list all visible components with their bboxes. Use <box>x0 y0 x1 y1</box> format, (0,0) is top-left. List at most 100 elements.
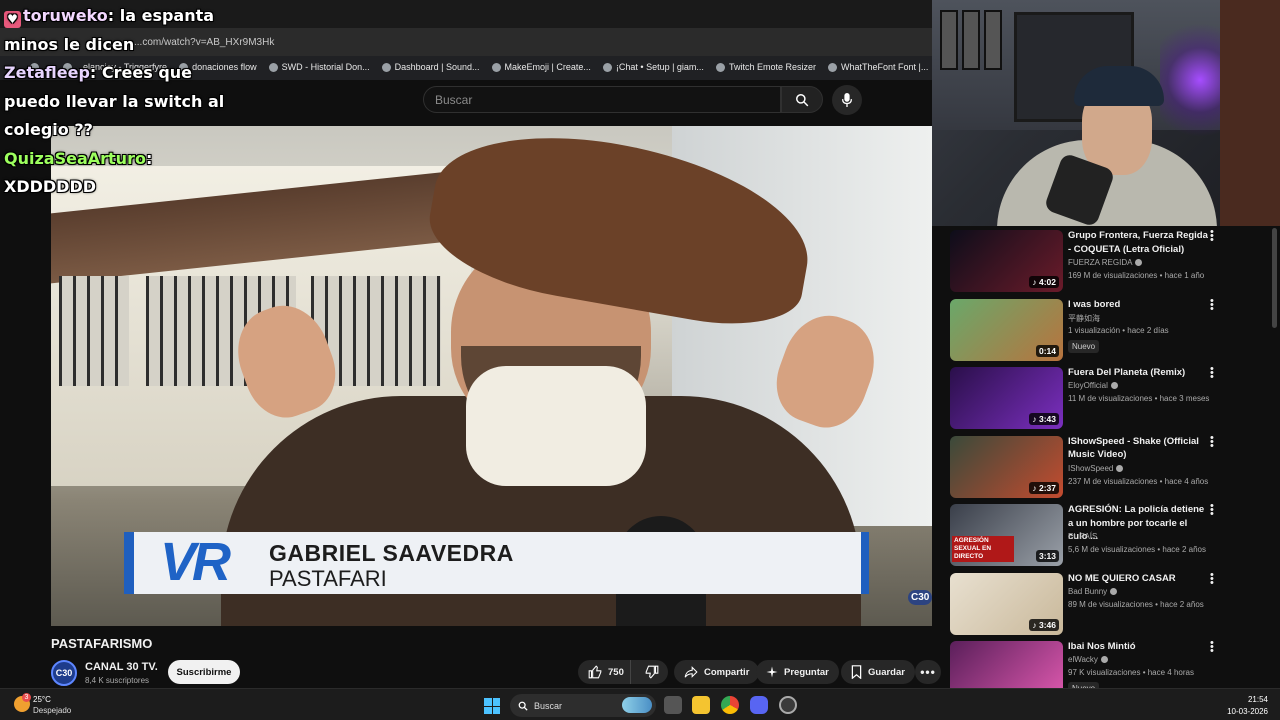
search-button[interactable] <box>781 86 823 113</box>
duration-badge: ♪ 3:43 <box>1029 413 1059 425</box>
app-icon[interactable] <box>779 696 797 714</box>
video-thumbnail[interactable]: ♪ 3:46 <box>950 572 1063 635</box>
recommended-video-title[interactable]: I was bored <box>1068 298 1208 312</box>
sidebar-scrollbar[interactable] <box>1272 228 1277 328</box>
bookmark-label: WhatTheFont Font |... <box>840 62 929 72</box>
music-note-icon: ♪ <box>1032 619 1039 630</box>
chrome-icon[interactable] <box>721 696 739 714</box>
video-thumbnail[interactable] <box>950 641 1063 688</box>
globe-icon <box>268 62 278 72</box>
recommended-video[interactable]: 0:14 I was bored 平静如海 1 visualización • hac… <box>950 295 1270 361</box>
recommended-video-channel[interactable]: 平静如海 <box>1068 313 1100 324</box>
chat-text: XDDDDDD <box>4 177 97 196</box>
recommended-video[interactable]: Ibai Nos Mintió elWacky 97 K visualizacion… <box>950 638 1270 688</box>
recommended-video-channel[interactable]: Bad Bunny <box>1068 587 1118 596</box>
subscriber-count: 8,4 K suscriptores <box>85 676 150 685</box>
recommended-video[interactable]: ♪ 4:02 Grupo Frontera, Fuerza Regida - CO… <box>950 228 1270 292</box>
recommended-video-title[interactable]: NO ME QUIERO CASAR <box>1068 572 1208 586</box>
discord-icon[interactable] <box>750 696 768 714</box>
lower-third-name: GABRIEL SAAVEDRA <box>269 540 514 566</box>
more-horizontal-icon: ••• <box>920 665 936 679</box>
recommended-video-channel[interactable]: FUERZA REGIDA <box>1068 258 1143 267</box>
ask-button[interactable]: Preguntar <box>756 660 839 684</box>
channel-name-text: IShowSpeed <box>1068 463 1114 473</box>
recommended-video[interactable]: ♪ 2:37 IShowSpeed - Shake (Official Music… <box>950 432 1270 498</box>
lower-third-caption: VR GABRIEL SAAVEDRA PASTAFARI <box>124 532 869 594</box>
taskbar-search-input[interactable]: Buscar <box>510 694 656 717</box>
bookmark-item[interactable]: Dashboard | Sound... <box>381 62 480 72</box>
save-button[interactable]: Guardar <box>841 660 915 684</box>
more-vertical-icon[interactable]: • • • <box>1210 638 1216 657</box>
thumbs-up-icon <box>588 665 602 679</box>
more-vertical-icon[interactable]: • • • <box>1210 569 1216 588</box>
system-clock[interactable]: 21:54 10-03-2026 <box>1222 694 1268 718</box>
music-note-icon: ♪ <box>1032 482 1039 493</box>
recommended-video-title[interactable]: Fuera Del Planeta (Remix) <box>1068 366 1208 380</box>
more-vertical-icon[interactable]: • • • <box>1210 228 1216 246</box>
verified-check-icon <box>1110 382 1118 389</box>
chat-text: puedo llevar la switch al <box>4 91 225 111</box>
duration-badge: ♪ 4:02 <box>1029 276 1059 288</box>
recommended-video-meta: 1 visualización • hace 2 días <box>1068 325 1169 335</box>
bookmark-item[interactable]: ¡Chat • Setup | giam... <box>602 62 704 72</box>
duration-text: 2:37 <box>1038 482 1056 493</box>
windows-start-icon[interactable] <box>484 698 500 714</box>
recommended-video-title[interactable]: Grupo Frontera, Fuerza Regida - COQUETA … <box>1068 229 1208 256</box>
recommended-video-meta: 89 M de visualizaciones • hace 2 años <box>1068 599 1204 609</box>
recommended-video-channel[interactable]: IShowSpeed <box>1068 463 1124 473</box>
recommended-video-meta: 237 M de visualizaciones • hace 4 años <box>1068 476 1209 486</box>
heart-icon: ♥ <box>4 11 21 28</box>
video-thumbnail[interactable]: AGRESIÓN SEXUAL EN DIRECTO 3:13 <box>950 504 1063 566</box>
new-badge: Nuevo <box>1068 339 1100 353</box>
voice-search-button[interactable] <box>832 85 862 115</box>
video-thumbnail[interactable]: ♪ 3:43 <box>950 367 1063 429</box>
recommended-video[interactable]: AGRESIÓN SEXUAL EN DIRECTO 3:13 AGRESIÓN: … <box>950 501 1270 566</box>
verified-check-icon <box>1110 587 1118 595</box>
chat-username: QuizaSeaArturo <box>4 148 146 168</box>
recommended-video-channel[interactable]: elWacky <box>1068 655 1108 664</box>
save-label: Guardar <box>868 666 905 678</box>
duration-badge: 3:13 <box>1035 550 1059 562</box>
share-button[interactable]: Compartir <box>674 660 760 684</box>
share-icon <box>684 666 698 678</box>
more-vertical-icon[interactable]: • • • <box>1210 432 1216 451</box>
task-view-icon[interactable] <box>664 696 682 714</box>
bookmark-item[interactable]: MakeEmoji | Create... <box>491 62 591 72</box>
like-dislike-group: 750 <box>578 660 668 684</box>
channel-avatar[interactable]: C30 <box>51 660 77 686</box>
weather-condition[interactable]: Despejado <box>33 706 71 715</box>
recommended-video-channel[interactable]: EloyOfficial <box>1068 381 1118 390</box>
video-thumbnail[interactable]: 0:14 <box>950 298 1063 361</box>
search-input[interactable]: Buscar <box>423 86 781 113</box>
chat-icon <box>602 62 612 72</box>
recommended-video-channel[interactable]: EL PAÍS <box>1068 532 1097 541</box>
recommended-video[interactable]: ♪ 3:46 NO ME QUIERO CASAR Bad Bunny 89 M de… <box>950 569 1270 635</box>
duration-text: 3:13 <box>1038 551 1056 561</box>
bookmark-item[interactable]: Twitch Emote Resizer <box>715 62 816 72</box>
font-icon <box>827 62 837 72</box>
soundcloud-icon <box>381 62 391 72</box>
more-vertical-icon[interactable]: • • • <box>1210 501 1216 520</box>
dislike-button[interactable] <box>637 660 668 684</box>
recommended-video-title[interactable]: IShowSpeed - Shake (Official Music Video… <box>1068 435 1208 462</box>
like-button[interactable]: 750 <box>578 660 631 684</box>
more-vertical-icon[interactable]: • • • <box>1210 364 1216 383</box>
more-vertical-icon[interactable]: • • • <box>1210 295 1216 314</box>
search-highlight-icon <box>622 697 652 713</box>
recommended-video[interactable]: ♪ 3:43 Fuera Del Planeta (Remix) EloyOffic… <box>950 364 1270 429</box>
weather-temperature[interactable]: 25°C <box>33 695 51 704</box>
bookmark-item[interactable]: SWD - Historial Don... <box>268 62 370 72</box>
file-explorer-icon[interactable] <box>692 696 710 714</box>
video-thumbnail[interactable]: ♪ 2:37 <box>950 435 1063 498</box>
windows-taskbar: 3 25°C Despejado Buscar 21:54 10-03-2026 <box>0 688 1280 720</box>
bookmark-label: Dashboard | Sound... <box>394 62 480 72</box>
video-thumbnail[interactable]: ♪ 4:02 <box>950 230 1063 292</box>
streamer-webcam <box>932 0 1280 226</box>
channel-name[interactable]: CANAL 30 TV. <box>85 661 158 673</box>
emoji-icon <box>491 62 501 72</box>
subscribe-button[interactable]: Suscribirme <box>168 660 240 684</box>
recommended-video-title[interactable]: Ibai Nos Mintió <box>1068 640 1208 654</box>
more-actions-button[interactable]: ••• <box>915 660 941 684</box>
duration-text: 4:02 <box>1038 277 1056 287</box>
bookmark-item[interactable]: WhatTheFont Font |... <box>827 62 929 72</box>
